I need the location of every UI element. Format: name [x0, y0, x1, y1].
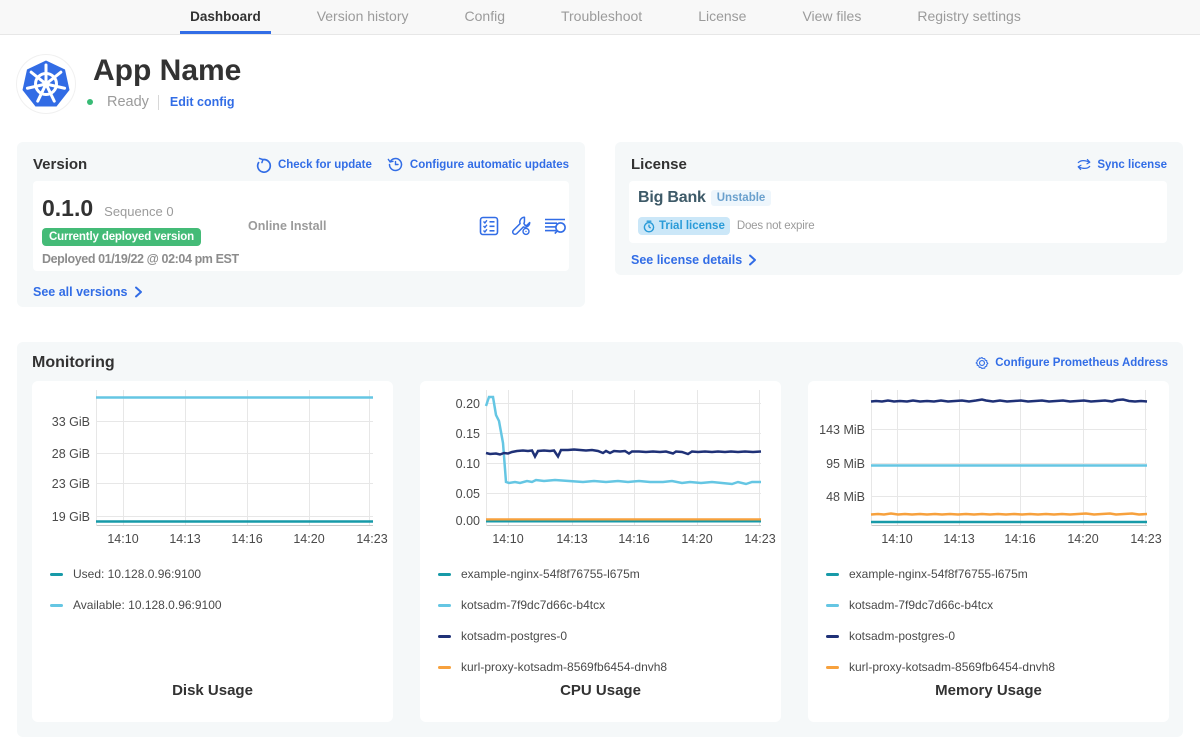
- svg-text:95 MiB: 95 MiB: [826, 457, 865, 471]
- svg-text:0.15: 0.15: [456, 427, 480, 441]
- svg-text:14:10: 14:10: [881, 532, 912, 546]
- svg-text:14:10: 14:10: [107, 532, 138, 546]
- svg-text:14:16: 14:16: [1004, 532, 1035, 546]
- svg-text:14:13: 14:13: [169, 532, 200, 546]
- svg-text:14:13: 14:13: [556, 532, 587, 546]
- svg-text:14:23: 14:23: [356, 532, 387, 546]
- svg-text:0.05: 0.05: [456, 487, 480, 501]
- svg-text:143 MiB: 143 MiB: [819, 423, 865, 437]
- svg-text:14:20: 14:20: [293, 532, 324, 546]
- svg-text:33 GiB: 33 GiB: [52, 415, 90, 429]
- svg-text:0.20: 0.20: [456, 397, 480, 411]
- svg-text:14:13: 14:13: [943, 532, 974, 546]
- svg-text:0.00: 0.00: [456, 514, 480, 528]
- svg-text:14:16: 14:16: [618, 532, 649, 546]
- svg-text:0.10: 0.10: [456, 457, 480, 471]
- svg-text:23 GiB: 23 GiB: [52, 477, 90, 491]
- svg-text:14:23: 14:23: [1130, 532, 1161, 546]
- svg-text:48 MiB: 48 MiB: [826, 490, 865, 504]
- svg-text:14:20: 14:20: [681, 532, 712, 546]
- svg-text:14:16: 14:16: [231, 532, 262, 546]
- svg-text:14:20: 14:20: [1067, 532, 1098, 546]
- svg-text:28 GiB: 28 GiB: [52, 447, 90, 461]
- svg-text:19 GiB: 19 GiB: [52, 510, 90, 524]
- svg-text:14:10: 14:10: [492, 532, 523, 546]
- svg-text:14:23: 14:23: [744, 532, 775, 546]
